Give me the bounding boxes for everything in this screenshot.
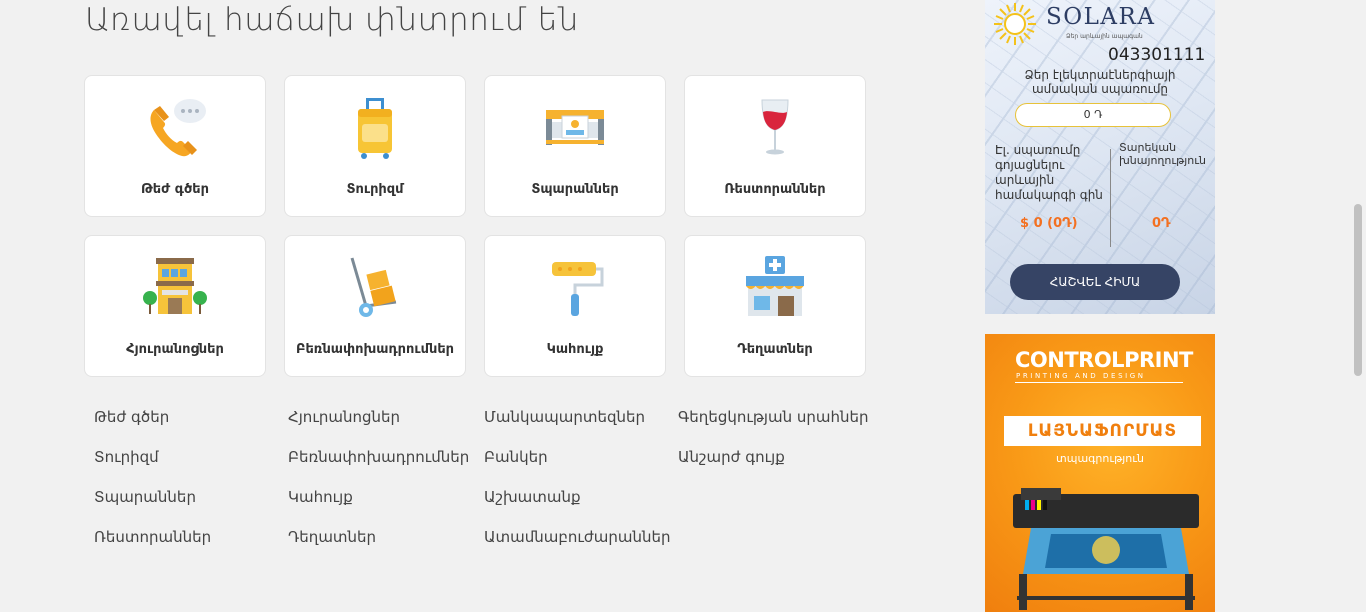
solar-calculator-widget: SOLARA Ձեր արևային ապագան 043301111 Ձեր … [985, 0, 1215, 314]
link-hotlines[interactable]: Թեժ գծեր [94, 407, 288, 447]
logo-part-print: PRINT [1124, 348, 1193, 372]
link-hotels[interactable]: Հյուրանոցներ [288, 407, 484, 447]
card-label: Թեժ գծեր [141, 182, 209, 197]
card-restaurants[interactable]: Ռեստորաններ [684, 75, 866, 217]
printer-icon [540, 94, 610, 164]
card-tourism[interactable]: Տուրիզմ [284, 75, 466, 217]
paint-roller-icon [540, 254, 610, 324]
category-cards: Թեժ գծեր Տուրիզմ Տպարաններ Ռեստորաններ Հ… [84, 75, 866, 377]
category-links: Թեժ գծեր Տուրիզմ Տպարաններ Ռեստորաններ Հ… [94, 407, 869, 567]
phone-icon [140, 94, 210, 164]
pharmacy-icon [740, 254, 810, 324]
logo-underline [1015, 382, 1183, 383]
card-printers[interactable]: Տպարաններ [484, 75, 666, 217]
annual-savings-value: 0Դ [1152, 216, 1171, 231]
sun-logo-icon [994, 3, 1036, 45]
hand-truck-icon [340, 254, 410, 324]
card-label: Տպարաններ [531, 182, 619, 197]
card-label: Բեռնափոխադրումներ [295, 342, 455, 357]
suitcase-icon [340, 94, 410, 164]
wine-glass-icon [740, 94, 810, 164]
card-pharmacies[interactable]: Դեղատներ [684, 235, 866, 377]
link-jobs[interactable]: Աշխատանք [484, 487, 678, 527]
link-real-estate[interactable]: Անշարժ գույք [678, 447, 868, 487]
scrollbar[interactable] [1349, 0, 1366, 612]
link-beauty-salons[interactable]: Գեղեցկության սրահներ [678, 407, 869, 447]
vertical-divider [1110, 149, 1111, 247]
card-label: Ռեստորաններ [724, 182, 826, 197]
link-furniture[interactable]: Կահույք [288, 487, 484, 527]
card-label: Տուրիզմ [346, 182, 404, 197]
card-label: Հյուրանոցներ [126, 342, 224, 357]
link-restaurants[interactable]: Ռեստորաններ [94, 527, 288, 567]
controlprint-ad[interactable]: CONTROLPRINT PRINTING AND DESIGN ԼԱՅՆԱՖՈ… [985, 334, 1215, 612]
hotel-icon [140, 254, 210, 324]
consumption-label: Ձեր էլեկտրաէներգիայի ամսական սպառումը [1024, 68, 1176, 96]
links-column-1: Թեժ գծեր Տուրիզմ Տպարաններ Ռեստորաններ [94, 407, 288, 567]
solara-phone: 043301111 [1108, 45, 1206, 65]
large-format-printer-image [1013, 488, 1199, 610]
solara-subtitle: Ձեր արևային ապագան [1066, 33, 1143, 40]
card-hotlines[interactable]: Թեժ գծեր [84, 75, 266, 217]
link-tourism[interactable]: Տուրիզմ [94, 447, 288, 487]
link-kindergartens[interactable]: Մանկապարտեզներ [484, 407, 678, 447]
wide-format-banner: ԼԱՅՆԱՖՈՐՄԱՏ [1004, 416, 1201, 446]
annual-savings-label: Տարեկան խնայողություն [1119, 141, 1206, 167]
card-hotels[interactable]: Հյուրանոցներ [84, 235, 266, 377]
links-column-3: Մանկապարտեզներ Բանկեր Աշխատանք Ատամնաբու… [484, 407, 678, 567]
link-printers[interactable]: Տպարաններ [94, 487, 288, 527]
calculate-now-button[interactable]: ՀԱՇՎԵԼ ՀԻՄԱ [1010, 264, 1180, 300]
scrollbar-thumb[interactable] [1354, 204, 1362, 376]
card-label: Կահույք [546, 342, 604, 357]
page: Առավել հաճախ փնտրում են Թեժ գծեր Տուրիզմ… [0, 0, 1366, 612]
solara-brand: SOLARA [1046, 4, 1156, 30]
link-pharmacies[interactable]: Դեղատներ [288, 527, 484, 567]
links-column-4: Գեղեցկության սրահներ Անշարժ գույք [678, 407, 869, 567]
logo-part-control: CONTROL [1015, 348, 1125, 372]
system-price-label: Էլ. սպառումը գոյացնելու արևային համակարգ… [995, 143, 1103, 202]
consumption-input[interactable]: 0 Դ [1015, 103, 1171, 127]
controlprint-subtitle: PRINTING AND DESIGN [1016, 372, 1146, 380]
card-furniture[interactable]: Կահույք [484, 235, 666, 377]
system-price-value: $ 0 (0Դ) [1020, 216, 1078, 231]
section-heading: Առավել հաճախ փնտրում են [85, 2, 579, 38]
link-dentists[interactable]: Ատամնաբուժարաններ [484, 527, 678, 567]
link-banks[interactable]: Բանկեր [484, 447, 678, 487]
links-column-2: Հյուրանոցներ Բեռնափոխադրումներ Կահույք Դ… [288, 407, 484, 567]
link-transport[interactable]: Բեռնափոխադրումներ [288, 447, 484, 487]
card-transport[interactable]: Բեռնափոխադրումներ [284, 235, 466, 377]
card-label: Դեղատներ [737, 342, 813, 357]
printing-tagline: տպագրություն [1056, 452, 1144, 465]
controlprint-logo: CONTROLPRINT [1015, 348, 1193, 372]
